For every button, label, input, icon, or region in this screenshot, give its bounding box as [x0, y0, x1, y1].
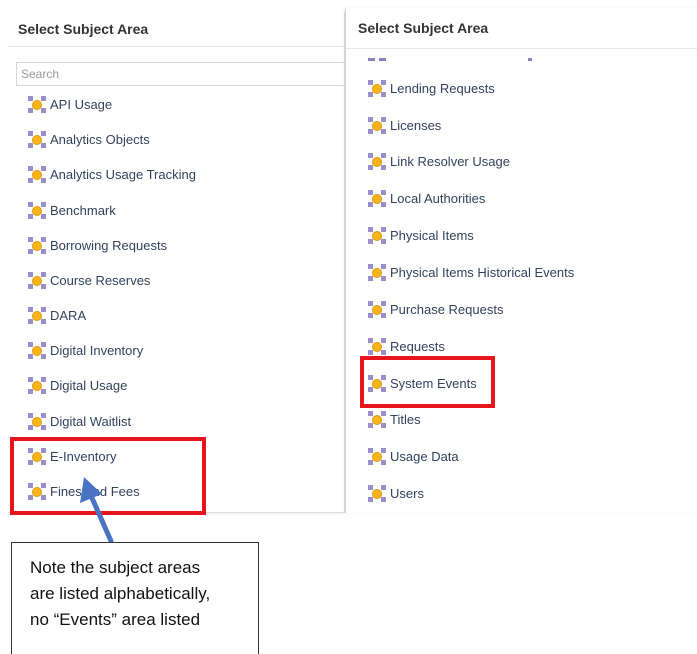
subject-item-label: Analytics Usage Tracking [50, 166, 196, 182]
subject-area-icon [368, 226, 386, 244]
subject-item-label: Lending Requests [390, 80, 495, 96]
subject-item-label: Licenses [390, 117, 442, 133]
subject-item-local-authorities[interactable]: Local Authorities [368, 187, 485, 209]
subject-item-borrowing-requests[interactable]: Borrowing Requests [28, 234, 167, 256]
subject-item-label: Usage Data [390, 448, 459, 464]
scrolled-item-fragment [368, 56, 532, 62]
subject-area-icon [368, 374, 386, 392]
subject-area-icon [28, 412, 46, 430]
subject-area-icon [28, 341, 46, 359]
subject-item-label: E-Inventory [50, 448, 117, 464]
subject-area-icon [28, 95, 46, 113]
subject-item-digital-waitlist[interactable]: Digital Waitlist [28, 410, 131, 432]
subject-item-label: Physical Items Historical Events [390, 264, 575, 280]
subject-item-dara[interactable]: DARA [28, 304, 86, 326]
subject-area-icon [28, 130, 46, 148]
subject-item-label: Digital Inventory [50, 342, 144, 358]
note-line: are listed alphabetically, [30, 584, 211, 603]
subject-area-icon [368, 152, 386, 170]
subject-area-icon [368, 263, 386, 281]
subject-item-api-usage[interactable]: API Usage [28, 93, 112, 115]
subject-item-analytics-objects[interactable]: Analytics Objects [28, 128, 150, 150]
subject-item-label: Fines and Fees [50, 483, 140, 499]
subject-item-label: Requests [390, 338, 445, 354]
left-subject-area-panel: Select Subject Area API Usage Analytics … [8, 12, 345, 513]
subject-area-icon [28, 306, 46, 324]
subject-area-icon [28, 482, 46, 500]
subject-item-label: System Events [390, 375, 477, 391]
note-callout: Note the subject areas are listed alphab… [11, 542, 259, 654]
subject-item-digital-usage[interactable]: Digital Usage [28, 374, 127, 396]
note-line: Note the subject areas [30, 558, 201, 577]
panel-title: Select Subject Area [8, 12, 344, 47]
search-field[interactable] [16, 62, 344, 86]
subject-item-analytics-usage-tracking[interactable]: Analytics Usage Tracking [28, 163, 196, 185]
subject-item-label: Titles [390, 411, 421, 427]
subject-area-icon [28, 201, 46, 219]
subject-item-titles[interactable]: Titles [368, 408, 421, 430]
subject-item-label: Purchase Requests [390, 301, 504, 317]
subject-item-course-reserves[interactable]: Course Reserves [28, 269, 150, 291]
subject-area-icon [28, 376, 46, 394]
subject-area-icon [368, 447, 386, 465]
subject-item-label: Analytics Objects [50, 131, 150, 147]
search-input[interactable] [17, 63, 344, 85]
right-subject-area-panel: Select Subject Area Lending Requests Lic… [345, 8, 697, 513]
subject-item-label: DARA [50, 307, 87, 323]
subject-item-usage-data[interactable]: Usage Data [368, 445, 459, 467]
subject-area-icon [368, 116, 386, 134]
subject-item-label: Digital Waitlist [50, 413, 132, 429]
subject-area-icon [368, 337, 386, 355]
subject-item-system-events[interactable]: System Events [368, 372, 477, 394]
subject-item-purchase-requests[interactable]: Purchase Requests [368, 298, 503, 320]
subject-area-icon [368, 79, 386, 97]
note-text: Note the subject areas are listed alphab… [12, 543, 258, 633]
note-line: no “Events” area listed [30, 610, 201, 629]
subject-area-icon [28, 271, 46, 289]
subject-item-link-resolver-usage[interactable]: Link Resolver Usage [368, 150, 510, 172]
subject-area-icon [368, 410, 386, 428]
subject-area-icon [368, 189, 386, 207]
subject-item-label: Link Resolver Usage [390, 153, 510, 169]
subject-item-label: Physical Items [390, 227, 474, 243]
subject-item-label: Course Reserves [50, 272, 151, 288]
subject-area-icon [28, 236, 46, 254]
subject-item-label: API Usage [50, 96, 113, 112]
panel-title: Select Subject Area [346, 8, 697, 49]
subject-item-label: Local Authorities [390, 190, 486, 206]
subject-item-users[interactable]: Users [368, 482, 424, 504]
subject-item-fines-and-fees[interactable]: Fines and Fees [28, 480, 140, 502]
subject-item-requests[interactable]: Requests [368, 335, 445, 357]
subject-area-icon [28, 447, 46, 465]
subject-item-physical-items[interactable]: Physical Items [368, 224, 474, 246]
subject-item-benchmark[interactable]: Benchmark [28, 199, 116, 221]
subject-item-e-inventory[interactable]: E-Inventory [28, 445, 116, 467]
subject-item-label: Borrowing Requests [50, 237, 168, 253]
subject-item-licenses[interactable]: Licenses [368, 114, 441, 136]
subject-area-icon [368, 300, 386, 318]
subject-item-label: Users [390, 485, 424, 501]
subject-area-icon [28, 165, 46, 183]
subject-item-label: Digital Usage [50, 377, 128, 393]
subject-item-lending-requests[interactable]: Lending Requests [368, 77, 495, 99]
subject-area-icon [368, 484, 386, 502]
subject-item-label: Benchmark [50, 202, 116, 218]
subject-item-digital-inventory[interactable]: Digital Inventory [28, 339, 143, 361]
subject-item-physical-items-historical-events[interactable]: Physical Items Historical Events [368, 261, 574, 283]
